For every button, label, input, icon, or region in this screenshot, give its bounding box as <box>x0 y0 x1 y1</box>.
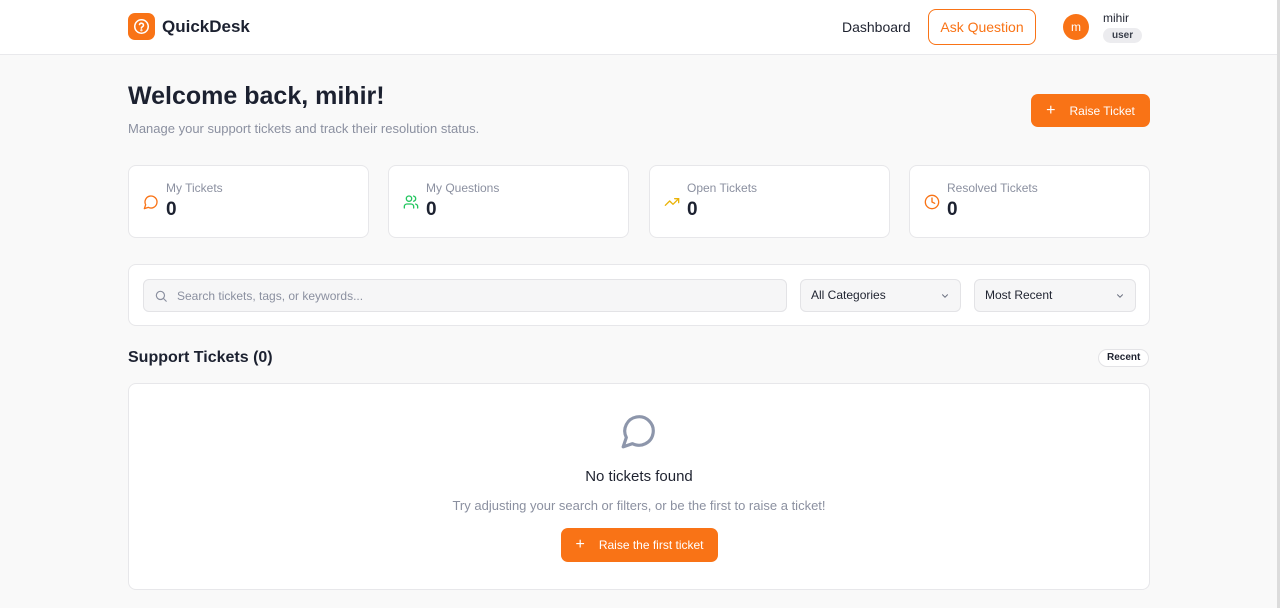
ask-question-button[interactable]: Ask Question <box>928 9 1036 45</box>
stat-value: 0 <box>166 199 177 220</box>
stat-label: My Questions <box>426 181 500 195</box>
page-subtitle: Manage your support tickets and track th… <box>128 121 480 136</box>
filter-bar: All Categories Most Recent <box>128 264 1150 326</box>
plus-icon: + <box>575 536 585 553</box>
brand[interactable]: QuickDesk <box>128 13 250 40</box>
search-box[interactable] <box>143 279 787 312</box>
help-circle-logo-icon <box>128 13 155 40</box>
stat-value: 0 <box>947 199 958 220</box>
sort-select[interactable]: Most Recent <box>974 279 1136 312</box>
raise-ticket-label: Raise Ticket <box>1069 103 1135 118</box>
chevron-down-icon <box>942 294 948 298</box>
raise-ticket-button[interactable]: + Raise Ticket <box>1031 94 1150 127</box>
stat-label: My Tickets <box>166 181 223 195</box>
empty-state-title: No tickets found <box>585 468 693 485</box>
search-icon <box>155 290 167 302</box>
user-name: mihir <box>1103 11 1129 25</box>
top-navbar: QuickDesk Dashboard Ask Question m mihir… <box>0 0 1277 55</box>
brand-name: QuickDesk <box>162 16 250 36</box>
category-select[interactable]: All Categories <box>800 279 961 312</box>
empty-state-card: No tickets found Try adjusting your sear… <box>128 383 1150 590</box>
chevron-down-icon <box>1117 294 1123 298</box>
raise-first-ticket-label: Raise the first ticket <box>598 538 704 552</box>
stat-card-open-tickets: Open Tickets 0 <box>649 165 890 238</box>
sort-select-value: Most Recent <box>985 288 1053 302</box>
stat-card-resolved-tickets: Resolved Tickets 0 <box>909 165 1150 238</box>
empty-state-subtitle: Try adjusting your search or filters, or… <box>452 498 826 513</box>
users-icon <box>403 195 419 209</box>
stat-label: Open Tickets <box>687 181 758 195</box>
stat-card-my-tickets: My Tickets 0 <box>128 165 369 238</box>
stat-value: 0 <box>426 199 437 220</box>
search-input[interactable] <box>177 280 777 311</box>
nav-dashboard-link[interactable]: Dashboard <box>842 19 911 35</box>
trending-up-icon <box>664 198 680 206</box>
page-title: Welcome back, mihir! <box>128 82 385 110</box>
category-select-value: All Categories <box>811 288 886 302</box>
clock-icon <box>924 194 940 210</box>
stat-card-my-questions: My Questions 0 <box>388 165 629 238</box>
recent-badge: Recent <box>1098 349 1150 367</box>
stat-label: Resolved Tickets <box>947 181 1038 195</box>
chat-icon <box>143 195 158 210</box>
raise-first-ticket-button[interactable]: + Raise the first ticket <box>561 528 718 562</box>
stat-value: 0 <box>687 199 698 220</box>
user-role-badge: user <box>1103 28 1143 43</box>
avatar[interactable]: m <box>1063 14 1089 40</box>
section-title: Support Tickets (0) <box>128 349 273 366</box>
chat-icon <box>621 415 655 449</box>
plus-icon: + <box>1046 101 1056 119</box>
